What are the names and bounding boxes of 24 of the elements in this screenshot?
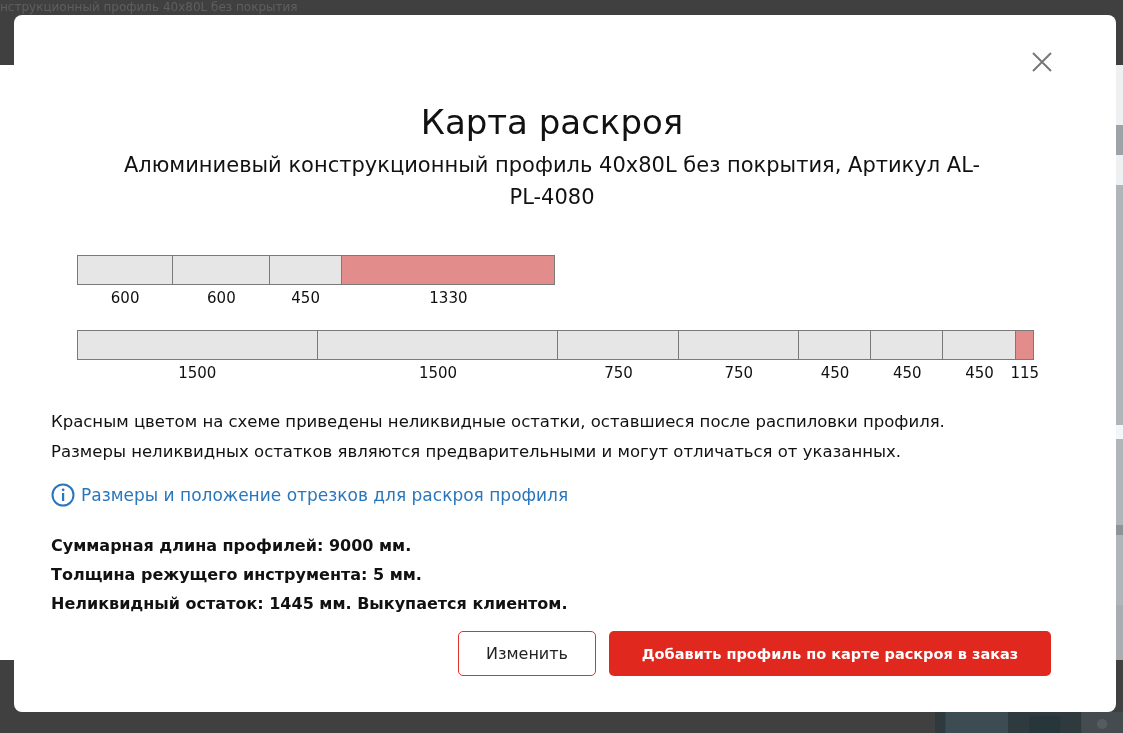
segment-length: 450: [820, 363, 850, 383]
edit-button[interactable]: Изменить: [458, 631, 596, 676]
note-text: Красным цветом на схеме приведены неликвидные остатки, оставшиеся после распиловки профиля.: [51, 411, 946, 433]
segment-length: 450: [965, 363, 994, 383]
segment-length: 1330: [429, 288, 468, 308]
segment-length: 750: [604, 363, 633, 383]
segment-length: 600: [207, 288, 236, 308]
info-icon: [51, 483, 75, 507]
dialog-subtitle: Алюминиевый конструкционный профиль 40х80L без покрытия, Артикул AL-PL-4080: [122, 152, 982, 211]
summary-line: Суммарная длина профилей: 9000 мм.: [51, 535, 413, 557]
segment-length: 750: [724, 363, 754, 383]
segment-length: 1500: [178, 363, 217, 383]
segment-length: 450: [291, 288, 320, 308]
segment-length: 115: [1010, 363, 1040, 383]
note-text: Размеры неликвидных остатков являются предварительными и могут отличаться от указанных.: [51, 441, 903, 463]
close-icon[interactable]: [1032, 52, 1052, 72]
summary-line: Толщина режущего инструмента: 5 мм.: [51, 564, 423, 586]
summary-line: Неликвидный остаток: 1445 мм. Выкупается клиентом.: [51, 593, 569, 615]
segment-length: 450: [892, 363, 922, 383]
dialog-title: Карта раскроя: [419, 101, 685, 143]
add-to-order-button[interactable]: Добавить профиль по карте раскроя в заказ: [609, 631, 1051, 676]
segment-length: 600: [110, 288, 140, 308]
info-link[interactable]: Размеры и положение отрезков для раскроя профиля: [81, 485, 569, 505]
segment-length: 1500: [418, 363, 458, 383]
